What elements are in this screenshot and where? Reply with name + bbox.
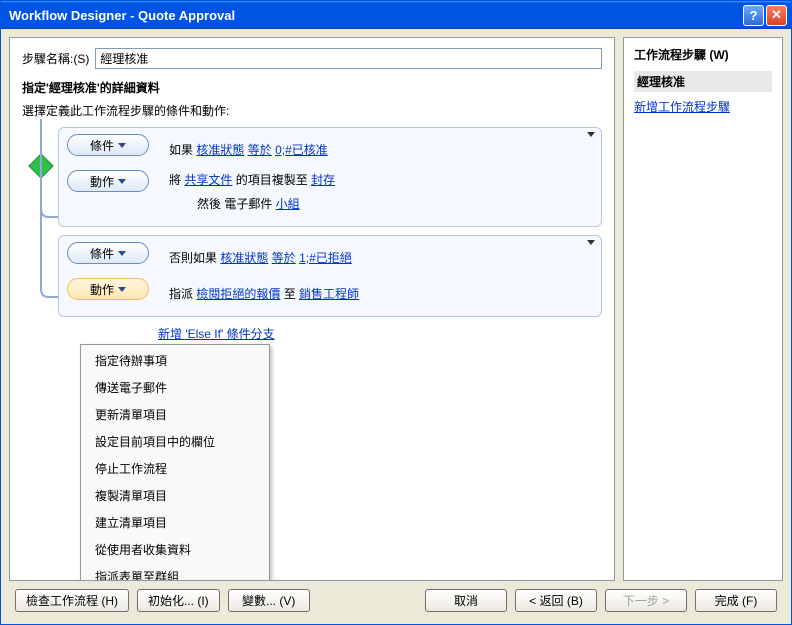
branch-chevron-icon[interactable] (587, 132, 595, 137)
menu-item[interactable]: 複製清單項目 (83, 482, 267, 509)
action-dropdown-menu: 指定待辦事項 傳送電子郵件 更新清單項目 設定目前項目中的欄位 停止工作流程 複… (80, 344, 270, 581)
details-subtitle: 選擇定義此工作流程步驟的條件和動作: (22, 102, 602, 119)
action-button-open[interactable]: 動作 (67, 278, 149, 300)
footer: 檢查工作流程 (H) 初始化... (I) 變數... (V) 取消 < 返回 … (9, 581, 783, 616)
menu-item[interactable]: 傳送電子郵件 (83, 374, 267, 401)
titlebar: Workflow Designer - Quote Approval ? ✕ (1, 1, 791, 29)
branch-2: 條件 動作 否則如果 核准狀態 (58, 235, 602, 317)
finish-button[interactable]: 完成 (F) (695, 589, 777, 612)
branch1-action2-line: 然後 電子郵件 小組 (169, 194, 591, 214)
condition-button[interactable]: 條件 (67, 134, 149, 156)
action-button[interactable]: 動作 (67, 170, 149, 192)
value-link[interactable]: 0;#已核准 (275, 143, 328, 157)
menu-item[interactable]: 設定目前項目中的欄位 (83, 428, 267, 455)
variables-button[interactable]: 變數... (V) (228, 589, 310, 612)
side-panel: 工作流程步驟 (W) 經理核准 新增工作流程步驟 (623, 37, 783, 581)
email-link[interactable]: 小組 (276, 197, 300, 211)
branch2-condition-line: 否則如果 核准狀態 等於 1;#已拒絕 (169, 248, 591, 268)
window-title: Workflow Designer - Quote Approval (9, 8, 741, 23)
branch-diamond-icon (28, 153, 53, 178)
menu-item[interactable]: 從使用者收集資料 (83, 536, 267, 563)
branch-1: 條件 動作 如果 核准狀態 (58, 127, 602, 227)
chevron-down-icon (118, 251, 126, 256)
initialize-button[interactable]: 初始化... (I) (137, 589, 220, 612)
step-name-row: 步驟名稱:(S) (22, 48, 602, 69)
branch1-action1-line: 將 共享文件 的項目複製至 封存 (169, 170, 591, 190)
step-name-input[interactable] (95, 48, 602, 69)
source-link[interactable]: 共享文件 (184, 173, 232, 187)
chevron-down-icon (118, 287, 126, 292)
operator-link[interactable]: 等於 (272, 251, 296, 265)
side-title: 工作流程步驟 (W) (634, 46, 772, 63)
side-selected-step[interactable]: 經理核准 (634, 71, 772, 92)
menu-item[interactable]: 停止工作流程 (83, 455, 267, 482)
help-icon: ? (750, 8, 758, 23)
dialog-body: 步驟名稱:(S) 指定'經理核准'的詳細資料 選擇定義此工作流程步驟的條件和動作… (1, 29, 791, 624)
action-button-label: 動作 (90, 281, 114, 298)
main-panel: 步驟名稱:(S) 指定'經理核准'的詳細資料 選擇定義此工作流程步驟的條件和動作… (9, 37, 615, 581)
menu-item[interactable]: 指派表單至群組 (83, 563, 267, 581)
chevron-down-icon (118, 143, 126, 148)
cancel-button[interactable]: 取消 (425, 589, 507, 612)
back-button[interactable]: < 返回 (B) (515, 589, 597, 612)
details-title: 指定'經理核准'的詳細資料 (22, 79, 602, 96)
step-name-label: 步驟名稱:(S) (22, 50, 89, 67)
next-button: 下一步 > (605, 589, 687, 612)
condition-button-label: 條件 (90, 137, 114, 154)
check-workflow-button[interactable]: 檢查工作流程 (H) (15, 589, 129, 612)
menu-item[interactable]: 更新清單項目 (83, 401, 267, 428)
branch2-action1-line: 指派 檢閱拒絕的報價 至 銷售工程師 (169, 284, 591, 304)
field-link[interactable]: 核准狀態 (196, 143, 244, 157)
close-button[interactable]: ✕ (766, 5, 787, 26)
menu-item[interactable]: 指定待辦事項 (83, 347, 267, 374)
flow-area: 條件 動作 如果 核准狀態 (22, 127, 602, 342)
action-button-label: 動作 (90, 173, 114, 190)
close-icon: ✕ (771, 7, 782, 23)
value-link[interactable]: 1;#已拒絕 (299, 251, 352, 265)
menu-item[interactable]: 建立清單項目 (83, 509, 267, 536)
condition-button-label: 條件 (90, 245, 114, 262)
task-link[interactable]: 檢閱拒絕的報價 (196, 287, 280, 301)
branch-chevron-icon[interactable] (587, 240, 595, 245)
branch1-condition-line: 如果 核准狀態 等於 0;#已核准 (169, 140, 591, 160)
dest-link[interactable]: 封存 (311, 173, 335, 187)
operator-link[interactable]: 等於 (248, 143, 272, 157)
window-frame: Workflow Designer - Quote Approval ? ✕ 步… (0, 0, 792, 625)
add-else-row: 新增 'Else If' 條件分支 (158, 325, 602, 342)
chevron-down-icon (118, 179, 126, 184)
condition-button[interactable]: 條件 (67, 242, 149, 264)
help-button[interactable]: ? (743, 5, 764, 26)
add-step-link[interactable]: 新增工作流程步驟 (634, 100, 730, 114)
assignee-link[interactable]: 銷售工程師 (299, 287, 359, 301)
field-link[interactable]: 核准狀態 (220, 251, 268, 265)
add-else-if-link[interactable]: 新增 'Else If' 條件分支 (158, 327, 275, 341)
